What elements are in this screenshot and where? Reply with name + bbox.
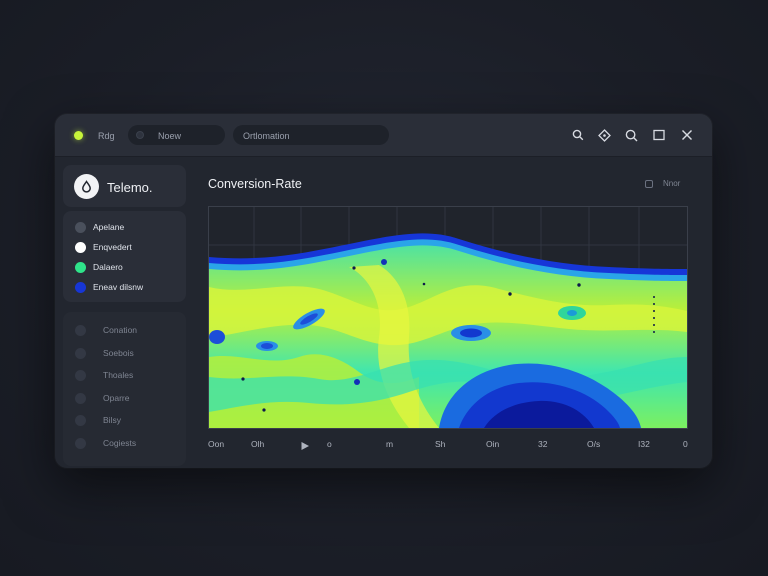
search-placeholder: Ortlomation	[243, 131, 290, 141]
layer-label: Eneav dilsnw	[93, 282, 144, 292]
nav-label: Thoales	[103, 370, 134, 380]
timeline-label: I32	[638, 439, 650, 449]
timeline-label: O/s	[587, 439, 601, 449]
nav-dot-icon	[75, 438, 86, 449]
live-status-icon	[74, 131, 83, 140]
timeline-label: m	[386, 439, 394, 449]
layer-item[interactable]: Enqvedert	[75, 241, 185, 255]
layer-swatch-icon	[75, 242, 86, 253]
layer-item[interactable]: Eneav dilsnw	[75, 281, 185, 295]
layer-label: Enqvedert	[93, 242, 132, 252]
search-input[interactable]: Ortlomation	[233, 125, 389, 145]
nav-item[interactable]: Conation	[75, 324, 185, 338]
nav-label: Soebois	[103, 348, 134, 358]
brand-card[interactable]: Telemo.	[63, 165, 186, 207]
app-label: Rdg	[98, 131, 115, 141]
timeline-label: o	[327, 439, 332, 449]
heatmap-svg	[209, 207, 687, 428]
layer-label: Dalaero	[93, 262, 123, 272]
timeline-label: Olh	[251, 439, 265, 449]
nav-item[interactable]: Bilsy	[75, 414, 185, 428]
layer-swatch-icon	[75, 222, 86, 233]
timeline-label: Oin	[486, 439, 500, 449]
layers-panel: Apelane Enqvedert Dalaero Eneav dilsnw	[63, 211, 186, 302]
layer-item[interactable]: Dalaero	[75, 261, 185, 275]
play-icon[interactable]	[300, 438, 310, 450]
search-icon[interactable]	[570, 127, 586, 143]
legend-toggle[interactable]: Nnor	[645, 179, 705, 191]
heatmap-chart[interactable]	[208, 206, 688, 429]
timeline-label: Oon	[208, 439, 225, 449]
legend-toggle-label: Nnor	[663, 179, 681, 188]
close-icon[interactable]	[679, 127, 695, 143]
maximize-icon[interactable]	[651, 127, 667, 143]
chart-title: Conversion-Rate	[208, 177, 302, 191]
timeline-label: 32	[538, 439, 548, 449]
nav-item[interactable]: Soebois	[75, 347, 185, 361]
nav-dot-icon	[75, 325, 86, 336]
nav-item[interactable]: Oparre	[75, 392, 185, 406]
nav-item[interactable]: Cogiests	[75, 437, 185, 451]
tab-label: Noew	[158, 131, 182, 141]
layer-swatch-icon	[75, 282, 86, 293]
diamond-icon[interactable]	[596, 127, 612, 143]
nav-label: Conation	[103, 325, 138, 335]
tab-dot-icon	[136, 131, 144, 139]
checkbox-icon	[645, 180, 653, 188]
nav-label: Bilsy	[103, 415, 121, 425]
nav-panel: Conation Soebois Thoales Oparre Bilsy Co…	[63, 312, 186, 466]
drop-icon	[74, 174, 99, 199]
nav-dot-icon	[75, 348, 86, 359]
nav-dot-icon	[75, 370, 86, 381]
app-window: Rdg Noew Ortlomation Telemo. Apelane Enq…	[55, 114, 712, 468]
timeline-label: 0	[683, 439, 688, 449]
nav-item[interactable]: Thoales	[75, 369, 185, 383]
titlebar: Rdg Noew Ortlomation	[55, 114, 712, 157]
layer-label: Apelane	[93, 222, 125, 232]
nav-label: Cogiests	[103, 438, 137, 448]
layer-swatch-icon	[75, 262, 86, 273]
tab-pill[interactable]: Noew	[128, 125, 225, 145]
nav-label: Oparre	[103, 393, 130, 403]
nav-dot-icon	[75, 393, 86, 404]
brand-name: Telemo.	[107, 180, 153, 195]
magnifier-icon[interactable]	[623, 127, 639, 143]
nav-dot-icon	[75, 415, 86, 426]
layer-item[interactable]: Apelane	[75, 221, 185, 235]
timeline-label: Sh	[435, 439, 446, 449]
